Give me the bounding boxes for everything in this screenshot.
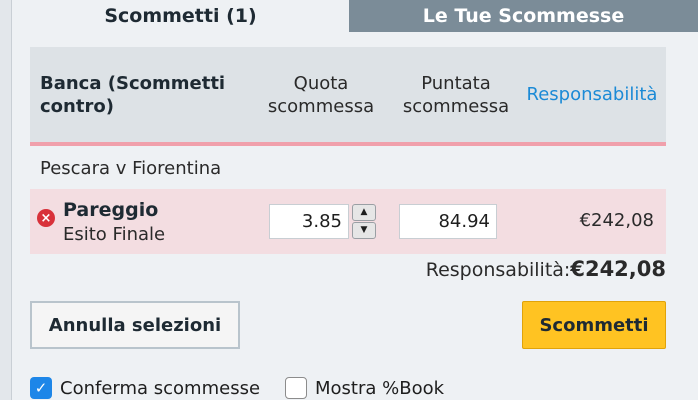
panel-left-edge	[0, 0, 12, 400]
total-liability-label: Responsabilità:	[425, 259, 571, 281]
odds-decrease-button[interactable]: ▼	[352, 222, 376, 239]
show-book-option[interactable]: Mostra %Book	[285, 377, 444, 399]
header-stake: Puntata scommessa	[402, 72, 510, 117]
tab-my-bets[interactable]: Le Tue Scommesse	[349, 0, 698, 32]
remove-selection-icon[interactable]: ×	[37, 209, 55, 227]
confirm-bets-option[interactable]: ✓ Conferma scommesse	[30, 377, 260, 399]
header-banca: Banca (Scommetti contro)	[40, 72, 226, 117]
total-liability-value: €242,08	[570, 257, 666, 281]
odds-increase-button[interactable]: ▲	[352, 204, 376, 221]
stake-input[interactable]	[399, 204, 497, 239]
show-book-checkbox[interactable]	[285, 377, 307, 399]
bet-row: × Pareggio Esito Finale ▲ ▼ €242,08	[30, 189, 666, 254]
show-book-label: Mostra %Book	[315, 377, 445, 399]
market-name: Esito Finale	[63, 224, 166, 245]
header-liability-link[interactable]: Responsabilità	[520, 47, 664, 142]
lay-divider	[30, 142, 666, 146]
odds-stepper: ▲ ▼	[352, 204, 376, 239]
tab-bet-slip[interactable]: Scommetti (1)	[12, 0, 349, 32]
odds-input[interactable]	[269, 204, 349, 239]
selection-name: Pareggio	[63, 199, 159, 221]
bet-liability: €242,08	[579, 210, 654, 231]
header-odds: Quota scommessa	[267, 72, 375, 117]
cancel-selections-button[interactable]: Annulla selezioni	[30, 301, 240, 349]
bet-slip-header: Banca (Scommetti contro) Quota scommessa…	[30, 47, 666, 142]
total-liability: Responsabilità:€242,08	[426, 257, 666, 281]
confirm-bets-label: Conferma scommesse	[60, 377, 261, 399]
event-name: Pescara v Fiorentina	[40, 158, 222, 179]
confirm-bets-checkbox[interactable]: ✓	[30, 377, 52, 399]
place-bet-button[interactable]: Scommetti	[522, 301, 666, 349]
